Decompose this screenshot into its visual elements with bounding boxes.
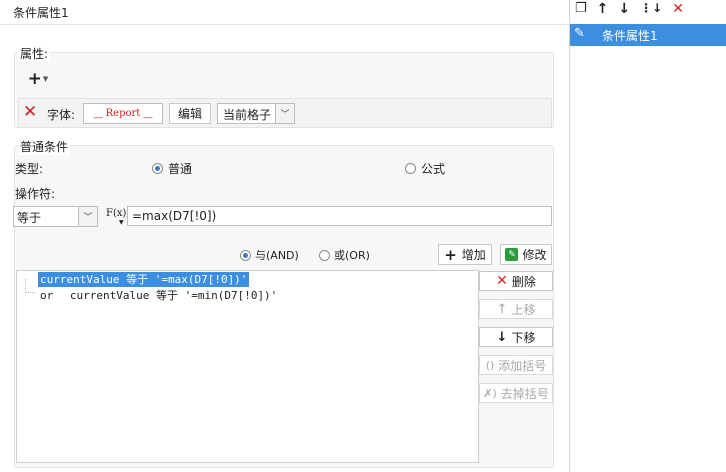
condition-list-sidebar xyxy=(569,0,726,472)
arrow-up-icon[interactable]: ↑ xyxy=(597,1,609,19)
font-preview-text: Report xyxy=(105,108,141,119)
add-bracket-button[interactable]: () 添加括号 xyxy=(479,355,553,375)
radio-formula[interactable] xyxy=(405,163,416,174)
sidebar-item-condition-1[interactable]: ✎ 条件属性1 xyxy=(570,24,726,46)
delete-button[interactable]: ✕ 删除 xyxy=(479,271,553,291)
type-option-normal-label: 普通 xyxy=(168,162,193,176)
edit-icon: ✎ xyxy=(505,248,519,261)
remove-property-icon[interactable]: ✕ xyxy=(23,102,37,122)
move-up-label: 上移 xyxy=(511,302,536,317)
font-property-row: ✕ 字体: __ Report __ 编辑 当前格子 ﹀ xyxy=(18,98,552,128)
logic-and-label: 与(AND) xyxy=(255,249,299,262)
sidebar-item-label: 条件属性1 xyxy=(602,29,658,43)
copy-icon[interactable]: ❐ xyxy=(575,1,587,19)
list-item-prefix: or xyxy=(40,289,54,302)
remove-bracket-icon: ✗) xyxy=(483,386,497,400)
move-down-button[interactable]: ↓ 下移 xyxy=(479,327,553,347)
close-icon[interactable]: ✕ xyxy=(672,1,684,19)
type-label: 类型: xyxy=(15,162,44,176)
logic-or-option[interactable]: 或(OR) xyxy=(319,247,370,263)
chevron-down-icon: ▼ xyxy=(42,75,49,83)
plus-icon: + xyxy=(444,245,457,264)
delete-icon: ✕ xyxy=(496,273,508,289)
fx-icon: F(x) xyxy=(106,208,127,219)
modify-condition-label: 修改 xyxy=(522,248,547,262)
font-preview: __ Report __ xyxy=(83,103,163,124)
chevron-down-icon: ﹀ xyxy=(78,207,97,226)
sidebar-toolbar: ❐ ↑ ↓ ⋮↓ ✕ xyxy=(575,1,684,19)
chevron-down-icon: ﹀ xyxy=(275,104,294,123)
condition-editor-panel: 条件属性1 属性: + ▼ ✕ 字体: __ Report __ 编辑 当前格子… xyxy=(0,0,569,472)
scope-select-value: 当前格子 xyxy=(223,108,272,122)
add-bracket-label: 添加括号 xyxy=(498,358,547,373)
arrow-down-icon[interactable]: ↓ xyxy=(618,1,630,19)
list-item-text: currentValue 等于 '=min(D7[!0])' xyxy=(69,289,278,302)
operator-select-value: 等于 xyxy=(17,211,42,225)
scope-select[interactable]: 当前格子 ﹀ xyxy=(217,103,295,124)
radio-normal[interactable] xyxy=(152,163,163,174)
remove-bracket-button[interactable]: ✗) 去掉括号 xyxy=(479,383,553,403)
type-option-formula[interactable]: 公式 xyxy=(405,160,445,177)
tree-guide xyxy=(25,279,35,293)
title-bar: 条件属性1 xyxy=(0,0,569,25)
panel-title: 条件属性1 xyxy=(13,6,69,20)
operator-label: 操作符: xyxy=(15,187,56,201)
add-property-button[interactable]: + ▼ xyxy=(24,69,52,89)
arrow-up-icon: ↑ xyxy=(496,301,508,317)
radio-or[interactable] xyxy=(319,249,330,261)
logic-or-label: 或(OR) xyxy=(334,249,370,262)
logic-and-option[interactable]: 与(AND) xyxy=(240,247,299,263)
delete-label: 删除 xyxy=(511,274,536,289)
font-label: 字体: xyxy=(47,108,76,122)
bracket-icon: () xyxy=(485,358,495,372)
conditions-label: 普通条件 xyxy=(18,138,71,155)
list-item[interactable]: currentValue 等于 '=max(D7[!0])' xyxy=(38,272,250,287)
fx-button[interactable]: F(x) ▼ xyxy=(104,206,126,227)
add-condition-label: 增加 xyxy=(461,248,486,262)
modify-condition-button[interactable]: ✎ 修改 xyxy=(500,244,552,265)
type-option-normal[interactable]: 普通 xyxy=(152,160,192,177)
edit-font-button[interactable]: 编辑 xyxy=(169,103,211,124)
remove-bracket-label: 去掉括号 xyxy=(500,386,549,401)
arrow-down-icon: ↓ xyxy=(496,329,508,345)
move-down-label: 下移 xyxy=(511,330,536,345)
pencil-icon: ✎ xyxy=(574,26,585,41)
radio-and[interactable] xyxy=(240,249,251,261)
sort-down-icon[interactable]: ⋮↓ xyxy=(640,1,662,19)
plus-icon: + xyxy=(27,69,42,89)
list-item-text: currentValue 等于 '=max(D7[!0])' xyxy=(40,273,248,286)
properties-label: 属性: xyxy=(18,45,51,62)
add-condition-button[interactable]: + 增加 xyxy=(438,244,492,265)
formula-input[interactable]: =max(D7[!0]) xyxy=(127,206,552,226)
move-up-button[interactable]: ↑ 上移 xyxy=(479,299,553,319)
type-option-formula-label: 公式 xyxy=(421,162,446,176)
conditions-list[interactable]: currentValue 等于 '=max(D7[!0])' or curren… xyxy=(16,270,479,463)
operator-select[interactable]: 等于 ﹀ xyxy=(13,206,98,227)
list-item[interactable]: or currentValue 等于 '=min(D7[!0])' xyxy=(38,288,279,303)
